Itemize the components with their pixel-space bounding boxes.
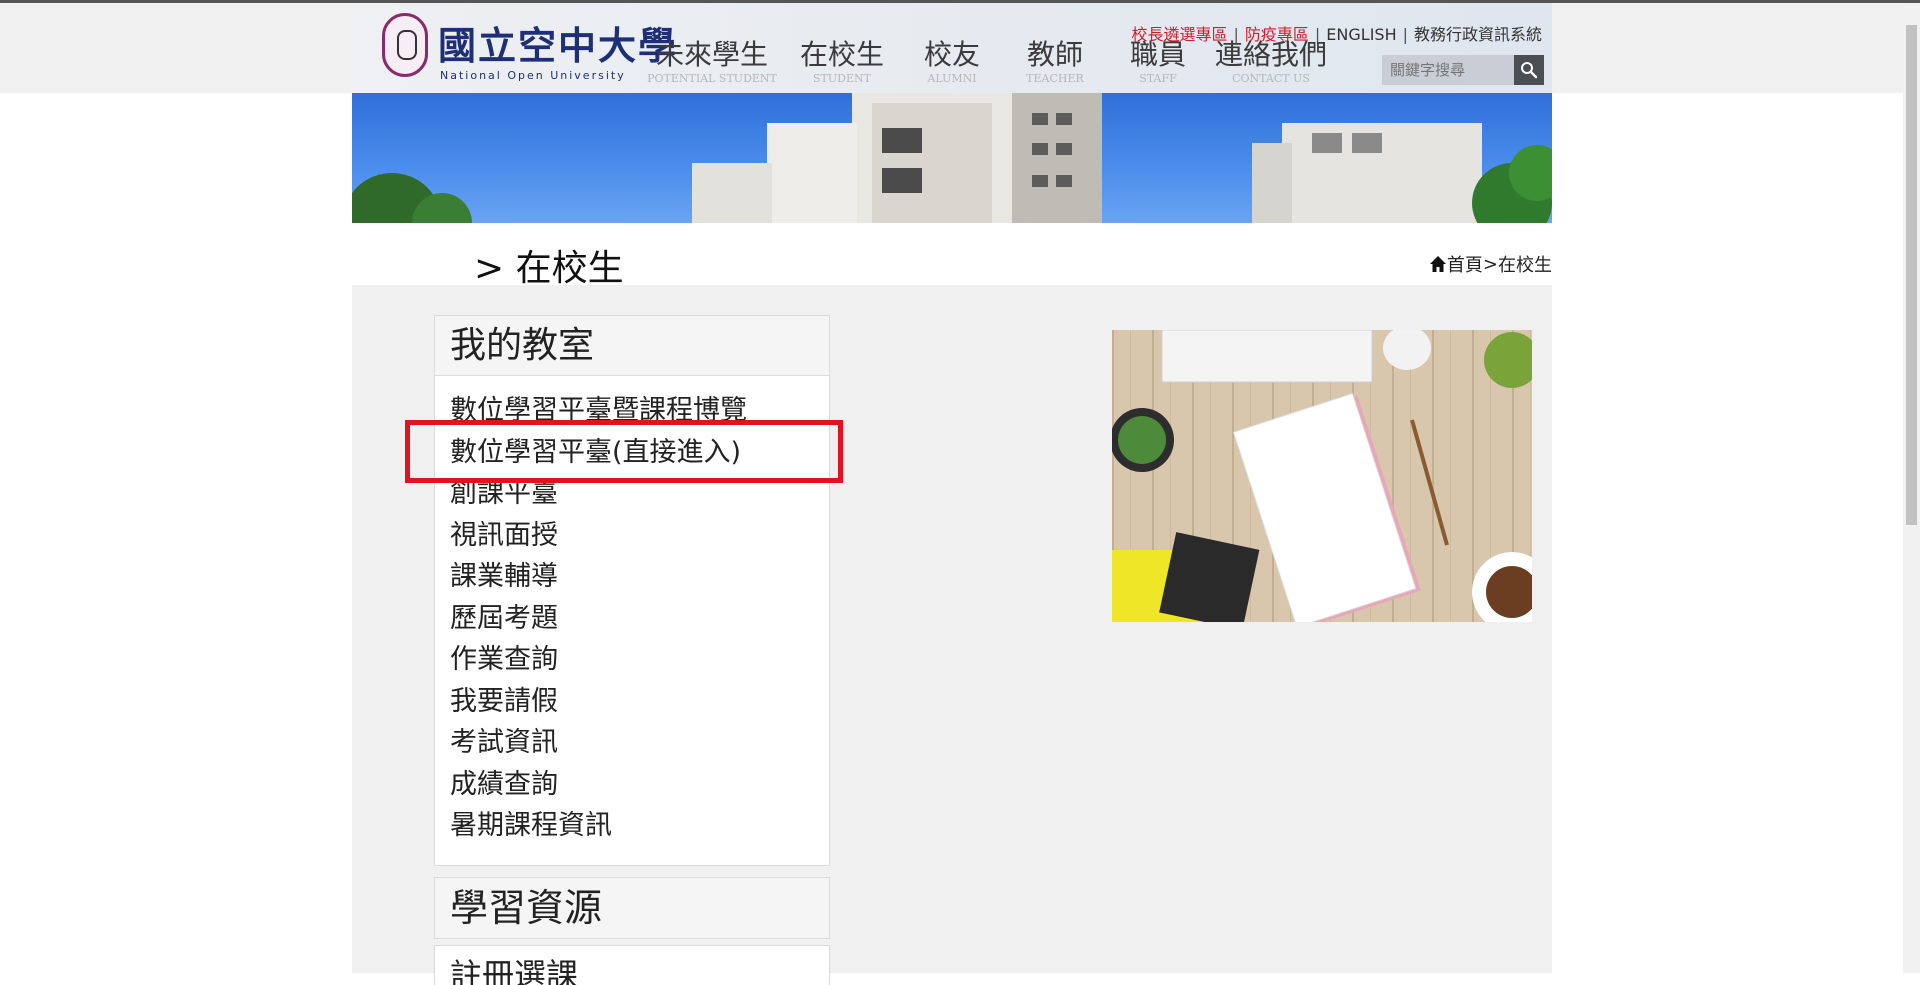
nav-teacher[interactable]: 教師 TEACHER [1015, 37, 1095, 85]
main-content: 我的教室 數位學習平臺暨課程博覽 數位學習平臺(直接進入) 創課平臺 視訊面授 … [352, 285, 1552, 985]
nav-contact-us[interactable]: 連絡我們 CONTACT US [1208, 37, 1334, 85]
nav-alumni[interactable]: 校友 ALUMNI [912, 37, 992, 85]
link-academic-system[interactable]: 教務行政資訊系統 [1414, 25, 1542, 44]
panel-title: 我的教室 [450, 325, 595, 366]
university-seal-icon [382, 13, 428, 77]
banner-illustration [352, 93, 1552, 223]
highlight-annotation-box [405, 420, 843, 483]
page-container: 國立空中大學 National Open University 校長遴選專區 | 防… [352, 3, 1552, 985]
nav-label: 教師 [1026, 38, 1083, 71]
nav-label: 在校生 [799, 38, 884, 71]
my-classroom-panel: 我的教室 數位學習平臺暨課程博覽 數位學習平臺(直接進入) 創課平臺 視訊面授 … [434, 315, 830, 866]
breadcrumb-separator: > [1482, 253, 1498, 275]
link-grade-query[interactable]: 成績查詢 [450, 764, 829, 806]
desk-illustration [1110, 326, 1552, 632]
nav-label: 職員 [1129, 38, 1186, 71]
link-english[interactable]: ENGLISH [1326, 25, 1396, 44]
nav-staff[interactable]: 職員 STAFF [1118, 37, 1198, 85]
nav-label: 校友 [923, 38, 980, 71]
nav-sublabel: STAFF [1139, 72, 1177, 85]
link-leave-request[interactable]: 我要請假 [450, 681, 829, 723]
nav-label: 未來學生 [655, 38, 768, 71]
link-exam-info[interactable]: 考試資訊 [450, 722, 829, 764]
nav-potential-student[interactable]: 未來學生 POTENTIAL STUDENT [642, 37, 782, 85]
page-title: > 在校生 [474, 248, 624, 289]
campus-banner-image [352, 93, 1552, 223]
nav-label: 連絡我們 [1214, 38, 1327, 71]
desk-photo [1110, 326, 1552, 632]
nav-sublabel: ALUMNI [927, 72, 977, 85]
panel-header[interactable]: 我的教室 [435, 316, 829, 376]
scrollbar-thumb[interactable] [1906, 25, 1917, 525]
title-bar: > 在校生 首頁 > 在校生 [352, 223, 1552, 289]
nav-student[interactable]: 在校生 STUDENT [792, 37, 892, 85]
breadcrumb-current: 在校生 [1498, 255, 1552, 276]
logo-english-name: National Open University [440, 69, 626, 82]
breadcrumb: 首頁 > 在校生 [1429, 251, 1552, 277]
link-past-exams[interactable]: 歷屆考題 [450, 598, 829, 640]
link-tutoring[interactable]: 課業輔導 [450, 556, 829, 598]
nav-sublabel: CONTACT US [1232, 72, 1310, 85]
breadcrumb-home-link[interactable]: 首頁 [1447, 251, 1483, 277]
nav-sublabel: STUDENT [813, 72, 871, 85]
search-button[interactable] [1514, 55, 1544, 85]
registration-panel[interactable]: 註冊選課 [434, 945, 830, 985]
search-icon [1521, 62, 1538, 79]
nav-sublabel: TEACHER [1026, 72, 1084, 85]
link-video-class[interactable]: 視訊面授 [450, 515, 829, 557]
search-input[interactable] [1382, 55, 1514, 85]
vertical-scrollbar[interactable] [1903, 3, 1920, 973]
panel-title: 註冊選課 [450, 956, 579, 985]
learning-resources-panel[interactable]: 學習資源 [434, 877, 830, 939]
util-separator: | [1402, 25, 1408, 44]
university-logo[interactable]: 國立空中大學 National Open University [382, 11, 676, 87]
site-header: 國立空中大學 National Open University 校長遴選專區 | 防… [352, 3, 1552, 93]
home-icon [1429, 256, 1446, 272]
link-summer-courses[interactable]: 暑期課程資訊 [450, 805, 829, 847]
nav-sublabel: POTENTIAL STUDENT [647, 72, 777, 85]
panel-title: 學習資源 [450, 886, 603, 930]
link-homework-query[interactable]: 作業查詢 [450, 639, 829, 681]
